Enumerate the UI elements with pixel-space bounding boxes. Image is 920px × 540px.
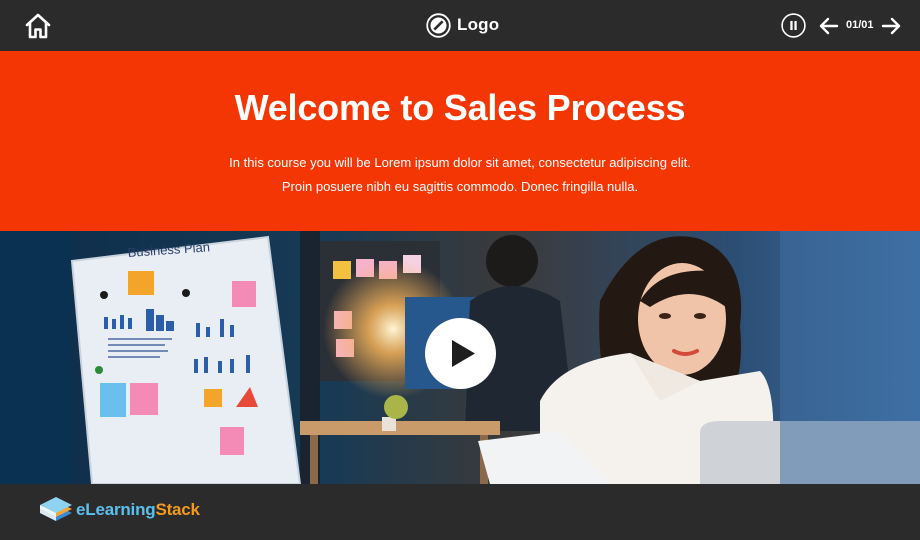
arrow-right-icon	[881, 17, 901, 35]
stacked-books-icon	[40, 497, 72, 521]
home-icon	[25, 13, 51, 39]
page-counter: 01/01	[846, 19, 874, 31]
brand-text: eLearningStack	[76, 500, 200, 520]
home-button[interactable]	[24, 12, 52, 40]
brand-logo: eLearningStack	[38, 495, 200, 525]
pause-button[interactable]	[781, 13, 806, 38]
description-line-1: In this course you will be Lorem ipsum d…	[229, 155, 691, 170]
arrow-left-icon	[819, 17, 839, 35]
description-line-2: Proin posuere nibh eu sagittis commodo. …	[281, 179, 639, 194]
logo-text: Logo	[457, 15, 500, 34]
next-button[interactable]	[880, 15, 902, 37]
course-description: In this course you will be Lorem ipsum d…	[0, 151, 920, 199]
brand-text-part1: eLearning	[76, 500, 156, 519]
footer-bar: eLearningStack	[0, 484, 920, 540]
previous-button[interactable]	[818, 15, 840, 37]
top-bar: Logo 01/01	[0, 0, 920, 51]
play-icon	[452, 340, 475, 367]
page-title: Welcome to Sales Process	[234, 87, 686, 128]
slash-circle-icon	[426, 12, 451, 38]
brand-text-part2: Stack	[155, 500, 200, 519]
hero-banner: Welcome to Sales Process In this course …	[0, 51, 920, 231]
play-button[interactable]	[425, 318, 496, 389]
logo: Logo	[426, 12, 499, 38]
pause-icon	[781, 13, 806, 38]
